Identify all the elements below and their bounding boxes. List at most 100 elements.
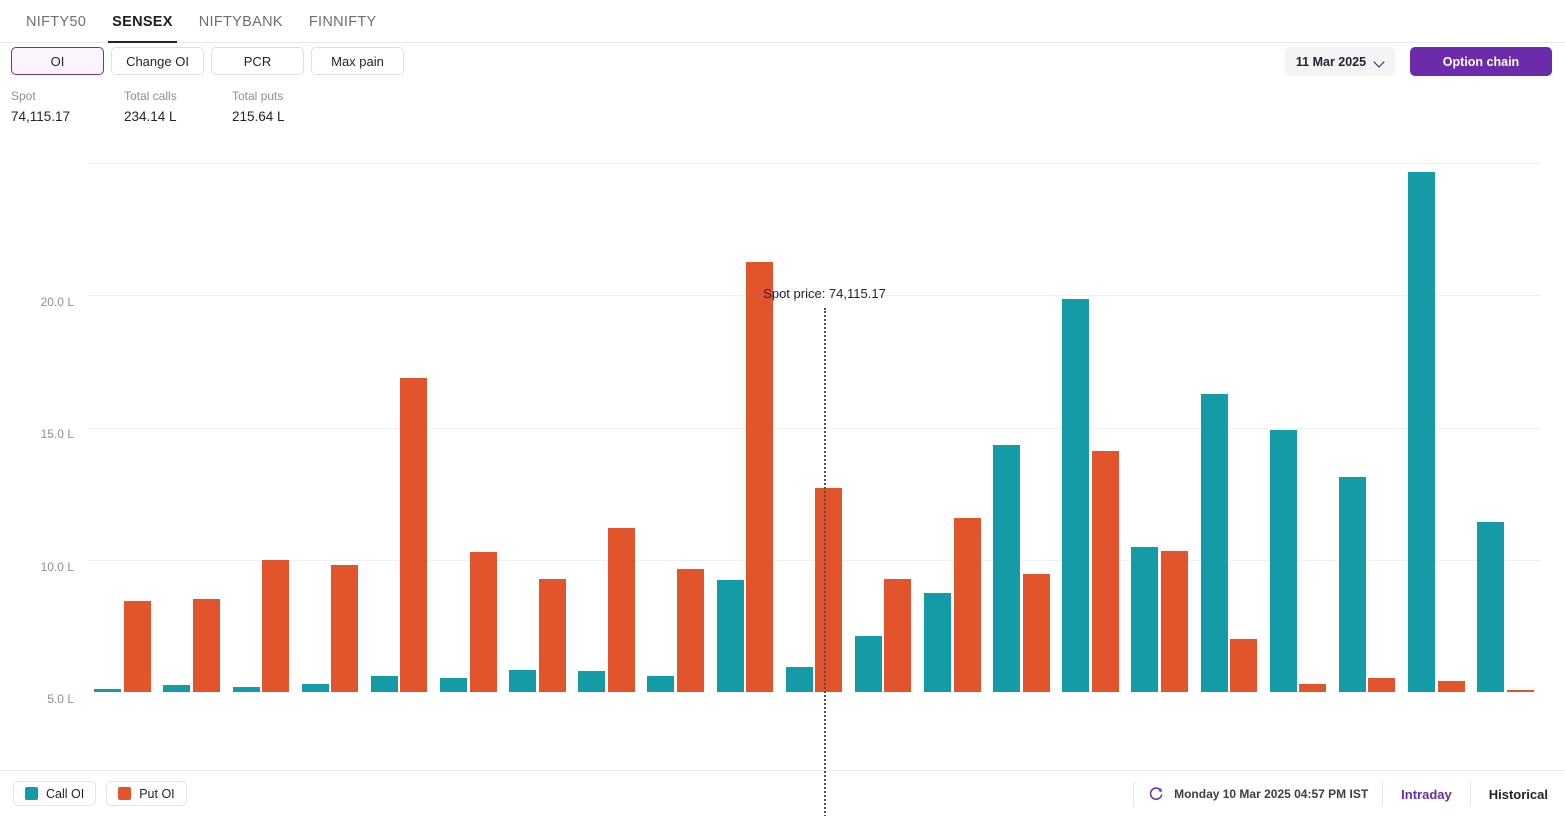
bar-put-74000[interactable] — [746, 262, 774, 692]
footer-divider — [1133, 782, 1135, 806]
expiry-date-dropdown[interactable]: 11 Mar 2025 — [1285, 47, 1395, 76]
bar-put-74800[interactable] — [1299, 684, 1327, 692]
y-axis-tick-label: 20.0 L — [40, 295, 74, 309]
metric-button-max-pain[interactable]: Max pain — [311, 47, 404, 75]
last-updated-timestamp: Monday 10 Mar 2025 04:57 PM IST — [1174, 787, 1369, 801]
metric-button-oi[interactable]: OI — [11, 47, 104, 75]
bar-put-75000[interactable] — [1437, 680, 1465, 692]
bar-put-73400[interactable] — [331, 564, 359, 692]
bar-call-75000[interactable] — [1408, 172, 1436, 692]
metric-button-pcr[interactable]: PCR — [211, 47, 304, 75]
tab-label: NIFTYBANK — [198, 14, 283, 30]
bar-call-73300[interactable] — [232, 686, 260, 692]
bar-put-73800[interactable] — [607, 527, 635, 692]
bar-put-73500[interactable] — [400, 378, 428, 692]
stat-total-puts: Total puts 215.64 L — [232, 88, 285, 126]
stat-total-calls: Total calls 234.14 L — [124, 88, 232, 126]
bar-call-74900[interactable] — [1338, 477, 1366, 692]
tab-nifty50[interactable]: NIFTY50 — [13, 14, 99, 42]
bar-call-74300[interactable] — [924, 592, 952, 692]
bar-put-74600[interactable] — [1160, 550, 1188, 692]
legend-item-put-oi[interactable]: Put OI — [106, 781, 187, 806]
bar-put-74500[interactable] — [1091, 450, 1119, 692]
bar-put-74900[interactable] — [1368, 678, 1396, 692]
bar-call-73400[interactable] — [301, 683, 329, 692]
stat-label: Total puts — [232, 89, 284, 103]
bar-call-74200[interactable] — [854, 636, 882, 692]
metric-label: PCR — [243, 53, 272, 69]
bar-call-73200[interactable] — [163, 684, 191, 692]
bar-call-74000[interactable] — [716, 580, 744, 692]
bar-call-73600[interactable] — [440, 678, 468, 692]
bar-put-74200[interactable] — [884, 578, 912, 692]
bar-put-73600[interactable] — [469, 551, 497, 692]
bar-call-75100[interactable] — [1477, 521, 1505, 692]
bar-call-74100[interactable] — [785, 666, 813, 692]
stat-label: Spot — [11, 89, 36, 103]
option-chain-label: Option chain — [1442, 54, 1520, 69]
chart-plot-area — [88, 163, 1540, 692]
footer-divider — [1469, 782, 1471, 806]
footer-divider — [1382, 782, 1384, 806]
y-axis-tick-label: 10.0 L — [40, 559, 74, 574]
bar-call-73500[interactable] — [370, 676, 398, 692]
bar-call-73800[interactable] — [578, 671, 606, 692]
stat-value: 234.14 L — [124, 109, 177, 124]
bar-put-73100[interactable] — [123, 600, 151, 692]
stat-value: 74,115.17 — [11, 109, 71, 124]
metric-label: OI — [50, 53, 65, 69]
bar-put-74700[interactable] — [1230, 638, 1258, 692]
legend-label: Call OI — [46, 786, 85, 801]
metric-label: Max pain — [331, 53, 384, 69]
metric-button-change-oi[interactable]: Change OI — [111, 47, 204, 75]
bar-put-73700[interactable] — [538, 578, 566, 692]
bar-put-73200[interactable] — [192, 598, 220, 692]
chart-gridline — [88, 559, 1540, 561]
footer-tab-intraday[interactable]: Intraday — [1397, 787, 1456, 802]
footer-right-controls: Monday 10 Mar 2025 04:57 PM IST Intraday… — [1119, 782, 1552, 806]
legend-item-call-oi[interactable]: Call OI — [13, 781, 97, 806]
y-axis-tick-label: 5.0 L — [47, 691, 74, 706]
bar-call-73100[interactable] — [94, 689, 122, 692]
stat-spot: Spot 74,115.17 — [11, 88, 124, 126]
metric-label: Change OI — [126, 53, 189, 69]
tab-label: NIFTY50 — [26, 14, 87, 30]
metric-toolbar: OI Change OI PCR Max pain 11 Mar 2025 Op… — [0, 47, 1565, 77]
tab-label: FINNIFTY — [308, 14, 377, 30]
chevron-down-icon — [1375, 57, 1384, 66]
tab-niftybank[interactable]: NIFTYBANK — [186, 14, 296, 42]
legend-swatch-call — [25, 787, 38, 800]
refresh-icon[interactable] — [1148, 786, 1164, 802]
tab-finnifty[interactable]: FINNIFTY — [296, 14, 390, 42]
chart-gridline — [88, 427, 1540, 429]
bar-put-75100[interactable] — [1506, 689, 1534, 692]
bar-call-73900[interactable] — [647, 675, 675, 692]
index-tabbar: NIFTY50 SENSEX NIFTYBANK FINNIFTY — [0, 0, 1565, 43]
bar-call-73700[interactable] — [509, 669, 537, 692]
chart-gridline — [88, 163, 1540, 164]
bar-put-74400[interactable] — [1022, 573, 1050, 692]
option-chain-oi-page: NIFTY50 SENSEX NIFTYBANK FINNIFTY OI Cha… — [0, 0, 1565, 816]
chart-legend: Call OI Put OI — [13, 781, 187, 806]
bar-put-74300[interactable] — [953, 517, 981, 692]
spot-price-label: Spot price: 74,115.17 — [763, 286, 886, 301]
tab-label: SENSEX — [112, 14, 173, 30]
y-axis-tick-label: 15.0 L — [40, 427, 74, 442]
summary-stats: Spot 74,115.17 Total calls 234.14 L Tota… — [11, 88, 285, 126]
bar-call-74800[interactable] — [1269, 430, 1297, 692]
bar-put-73300[interactable] — [262, 559, 290, 692]
legend-label: Put OI — [139, 786, 175, 801]
bar-call-74500[interactable] — [1062, 299, 1090, 692]
legend-swatch-put — [118, 787, 132, 800]
spot-price-line — [824, 308, 827, 816]
bar-call-74400[interactable] — [993, 444, 1021, 692]
footer-tab-historical[interactable]: Historical — [1485, 787, 1552, 802]
bar-put-74100[interactable] — [815, 487, 843, 692]
bar-put-73900[interactable] — [676, 568, 704, 692]
tab-sensex[interactable]: SENSEX — [99, 14, 186, 43]
bar-call-74600[interactable] — [1131, 547, 1159, 692]
chart-footer: Call OI Put OI Monday 10 Mar 2025 04:57 … — [0, 770, 1565, 816]
stat-value: 215.64 L — [232, 109, 285, 124]
option-chain-button[interactable]: Option chain — [1410, 47, 1552, 76]
bar-call-74700[interactable] — [1200, 394, 1228, 692]
